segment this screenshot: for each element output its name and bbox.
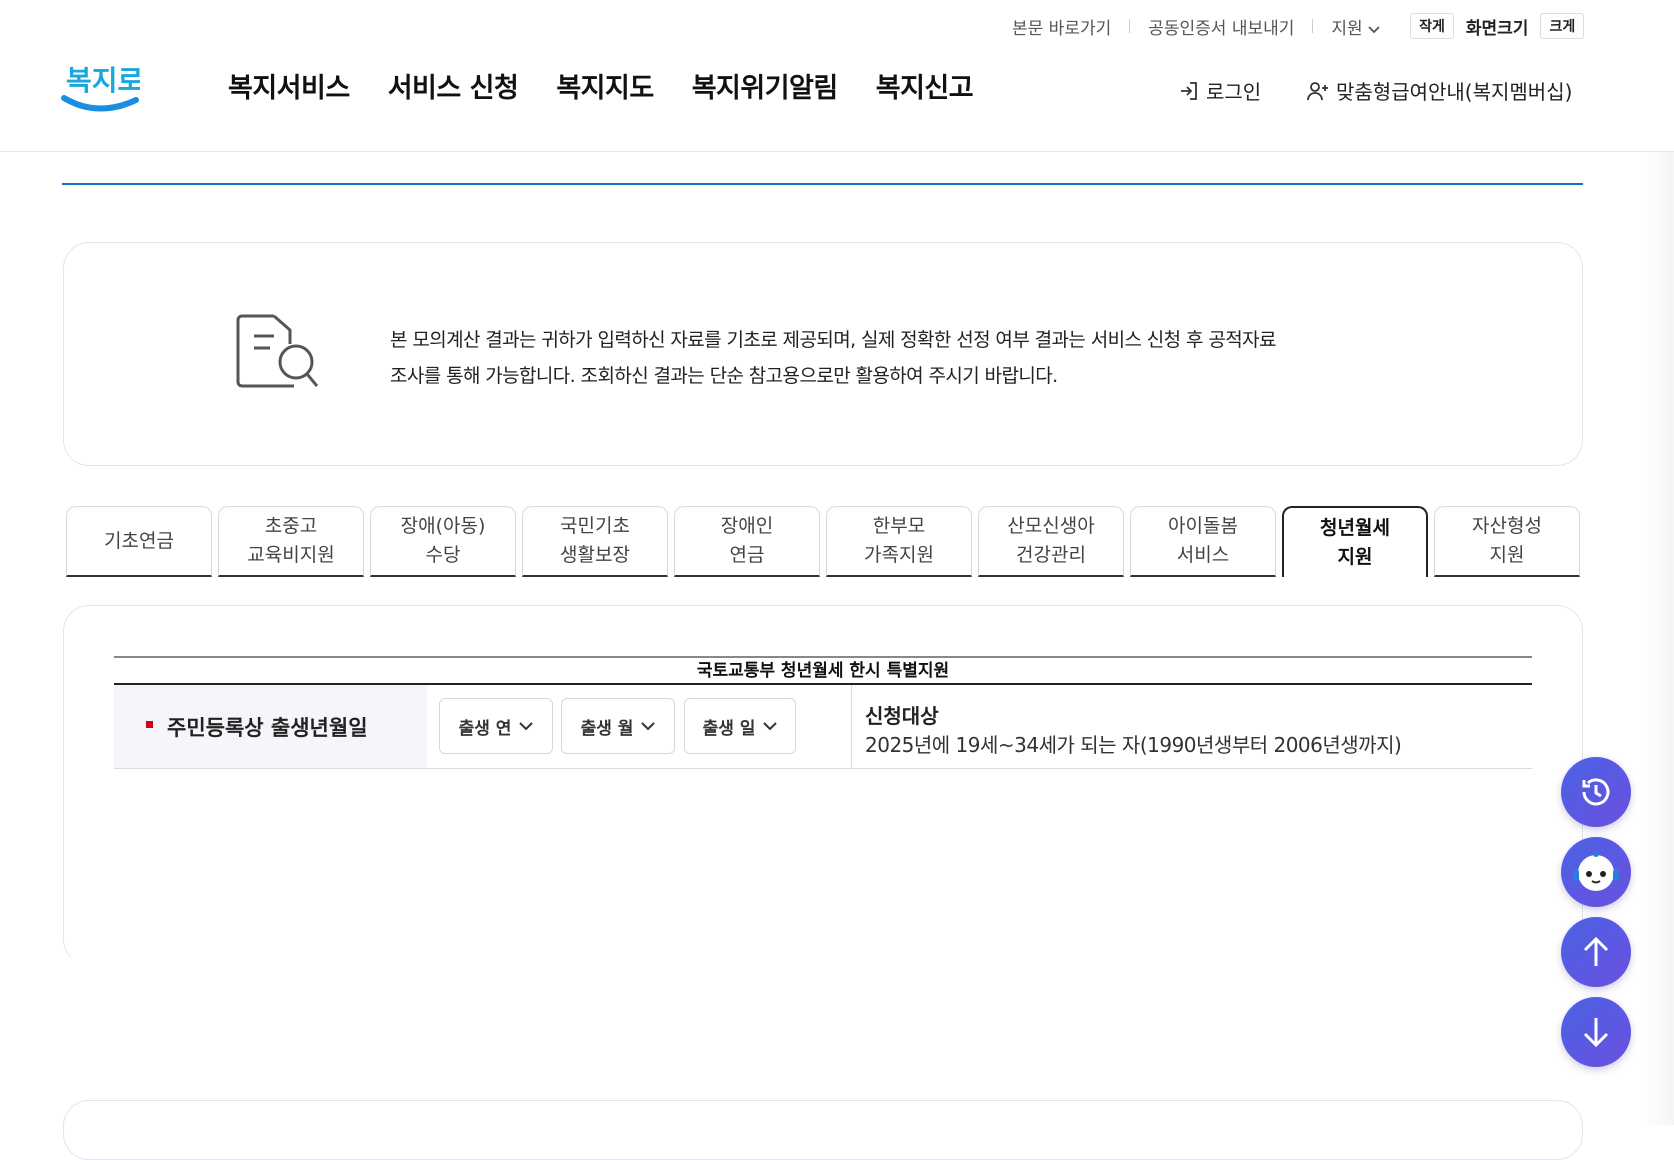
divider bbox=[1312, 19, 1314, 33]
chevron-down-icon bbox=[1368, 25, 1380, 33]
tab-disability-child-allowance[interactable]: 장애(아동) 수당 bbox=[370, 506, 516, 577]
next-section-card bbox=[63, 1100, 1583, 1160]
login-icon bbox=[1181, 81, 1197, 100]
recent-history-button[interactable] bbox=[1561, 757, 1631, 827]
chatbot-icon bbox=[1573, 851, 1619, 891]
eligibility-text: 2025년에 19세~34세가 되는 자(1990년생부터 2006년생까지) bbox=[865, 733, 1402, 757]
utility-bar: 본문 바로가기 공동인증서 내보내기 지원 작게 화면크기 크게 bbox=[1012, 12, 1585, 40]
arrow-up-icon bbox=[1583, 936, 1609, 966]
birth-day-select[interactable]: 출생 일 bbox=[684, 698, 796, 754]
support-menu[interactable]: 지원 bbox=[1331, 14, 1380, 39]
font-large-button[interactable]: 크게 bbox=[1540, 13, 1585, 39]
benefit-tabs: 기초연금 초중고 교육비지원 장애(아동) 수당 국민기초 생활보장 장애인 연금 한부… bbox=[66, 506, 1580, 577]
tab-single-parent[interactable]: 한부모 가족지원 bbox=[826, 506, 972, 577]
divider bbox=[1129, 19, 1131, 33]
nav-service-apply[interactable]: 서비스 신청 bbox=[388, 66, 519, 105]
notice-line-1: 본 모의계산 결과는 귀하가 입력하신 자료를 기초로 제공되며, 실제 정확한… bbox=[390, 329, 1276, 351]
logo-text: 복지로 bbox=[66, 64, 140, 97]
birth-year-select[interactable]: 출생 연 bbox=[439, 698, 553, 754]
main-nav: 복지서비스 서비스 신청 복지지도 복지위기알림 복지신고 bbox=[228, 66, 974, 105]
birthdate-label: 주민등록상 출생년월일 bbox=[167, 716, 368, 740]
user-add-icon bbox=[1307, 81, 1328, 100]
tab-youth-rent[interactable]: 청년월세 지원 bbox=[1282, 506, 1428, 577]
scroll-area bbox=[1640, 152, 1674, 1125]
tab-basic-livelihood[interactable]: 국민기초 생활보장 bbox=[522, 506, 668, 577]
scroll-bottom-button[interactable] bbox=[1561, 997, 1631, 1067]
section-divider bbox=[62, 183, 1583, 185]
logo-mark: 복지로 bbox=[61, 64, 143, 112]
birth-month-value: 출생 월 bbox=[580, 718, 634, 739]
tab-disability-pension[interactable]: 장애인 연금 bbox=[674, 506, 820, 577]
membership-label: 맞춤형급여안내(복지멤버십) bbox=[1336, 80, 1573, 104]
nav-welfare-report[interactable]: 복지신고 bbox=[876, 66, 974, 105]
chevron-down-icon bbox=[763, 721, 778, 730]
form-title: 국토교통부 청년월세 한시 특별지원 bbox=[696, 661, 950, 681]
birthdate-label-cell: 주민등록상 출생년월일 bbox=[114, 685, 427, 768]
tab-maternal-newborn[interactable]: 산모신생아 건강관리 bbox=[978, 506, 1124, 577]
chevron-down-icon bbox=[519, 721, 534, 730]
birth-month-select[interactable]: 출생 월 bbox=[561, 698, 675, 754]
skip-to-content-link[interactable]: 본문 바로가기 bbox=[1012, 14, 1111, 39]
tab-basic-pension[interactable]: 기초연금 bbox=[66, 506, 212, 577]
chevron-down-icon bbox=[641, 721, 656, 730]
nav-welfare-service[interactable]: 복지서비스 bbox=[228, 66, 350, 105]
cell-divider bbox=[851, 685, 852, 768]
login-label: 로그인 bbox=[1206, 80, 1262, 104]
notice-line-2: 조사를 통해 가능합니다. 조회하신 결과는 단순 참고용으로만 활용하여 주시… bbox=[390, 365, 1058, 387]
support-label: 지원 bbox=[1331, 18, 1363, 39]
required-marker bbox=[146, 721, 153, 728]
tab-child-care[interactable]: 아이돌봄 서비스 bbox=[1130, 506, 1276, 577]
arrow-down-icon bbox=[1583, 1018, 1609, 1048]
font-small-button[interactable]: 작게 bbox=[1410, 13, 1454, 39]
chatbot-button[interactable] bbox=[1561, 837, 1631, 907]
nav-crisis-alert[interactable]: 복지위기알림 bbox=[692, 66, 839, 105]
login-link[interactable]: 로그인 bbox=[1178, 76, 1261, 105]
export-certificate-link[interactable]: 공동인증서 내보내기 bbox=[1148, 14, 1294, 39]
birth-year-value: 출생 연 bbox=[458, 718, 512, 739]
scroll-top-button[interactable] bbox=[1561, 917, 1631, 987]
logo[interactable]: 복지로 bbox=[60, 52, 143, 118]
tab-asset-building[interactable]: 자산형성 지원 bbox=[1434, 506, 1580, 577]
screen-size-label: 화면크기 bbox=[1465, 18, 1529, 39]
site-header: 본문 바로가기 공동인증서 내보내기 지원 작게 화면크기 크게 복지로 복지서… bbox=[0, 0, 1674, 152]
birth-day-value: 출생 일 bbox=[702, 718, 756, 739]
notice-text: 본 모의계산 결과는 귀하가 입력하신 자료를 기초로 제공되며, 실제 정확한… bbox=[390, 322, 1276, 394]
document-search-icon bbox=[236, 314, 319, 388]
tab-education-support[interactable]: 초중고 교육비지원 bbox=[218, 506, 364, 577]
nav-welfare-map[interactable]: 복지지도 bbox=[556, 66, 654, 105]
history-icon bbox=[1582, 778, 1610, 806]
eligibility-title: 신청대상 bbox=[865, 704, 939, 728]
row-bottom-border bbox=[114, 768, 1532, 769]
membership-link[interactable]: 맞춤형급여안내(복지멤버십) bbox=[1306, 76, 1572, 105]
